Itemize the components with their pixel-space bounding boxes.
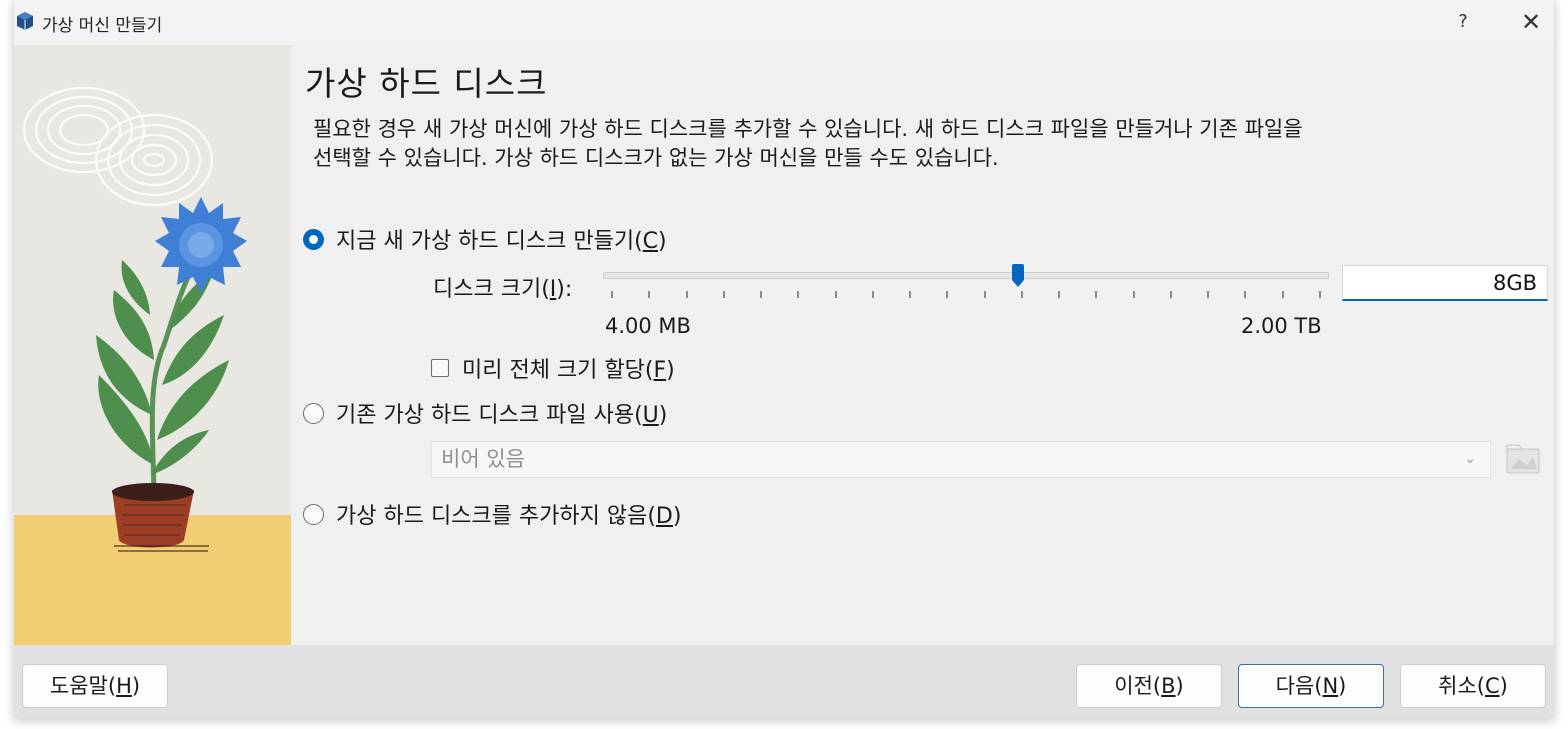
radio-use-existing[interactable] [303,402,324,424]
slider-thumb[interactable] [1012,264,1025,288]
wizard-window: 가상 머신 만들기 ? ✕ 가상 하드 디스크 필요한 경우 새 가상 머신에 … [14,0,1554,718]
close-icon[interactable]: ✕ [1516,8,1546,36]
slider-tick [722,291,725,298]
slider-tick [1020,291,1023,298]
slider-tick [760,291,763,298]
existing-disk-select[interactable]: 비어 있음 ⌄ [431,441,1491,478]
slider-tick [1207,291,1210,298]
slider-tick [983,291,986,298]
disk-size-label: 디스크 크기(I): [433,277,573,302]
virtualbox-app-icon [17,12,33,30]
slider-tick [834,291,837,298]
slider-tick [797,291,800,298]
option-use-existing[interactable]: 기존 가상 하드 디스크 파일 사용(U) [303,397,667,429]
slider-min-label: 4.00 MB [605,314,691,338]
folder-browse-icon[interactable] [1505,441,1541,477]
preallocate-label: 미리 전체 크기 할당(F) [462,358,675,383]
slider-tick [871,291,874,298]
page-description: 필요한 경우 새 가상 머신에 가상 하드 디스크를 추가할 수 있습니다. 새… [313,117,1303,170]
option-no-disk-label: 가상 하드 디스크를 추가하지 않음(D) [336,504,682,529]
radio-no-disk[interactable] [303,503,324,525]
slider-track[interactable] [603,272,1329,279]
slider-tick [648,291,651,298]
preallocate-checkbox[interactable] [431,359,449,377]
option-create-new[interactable]: 지금 새 가상 하드 디스크 만들기(C) [303,223,667,255]
radio-create-new[interactable] [303,228,324,250]
disk-size-slider[interactable] [603,263,1333,303]
slider-tick [1281,291,1284,298]
back-button[interactable]: 이전(B) [1076,664,1222,708]
content-area: 가상 하드 디스크 필요한 경우 새 가상 머신에 가상 하드 디스크를 추가할… [291,45,1554,645]
page-title: 가상 하드 디스크 [305,64,548,103]
option-create-new-label: 지금 새 가상 하드 디스크 만들기(C) [336,229,667,254]
slider-tick [1244,291,1247,298]
next-button[interactable]: 다음(N) [1238,664,1384,708]
title-bar: 가상 머신 만들기 ? ✕ [14,0,1554,45]
cancel-button[interactable]: 취소(C) [1400,664,1546,708]
slider-tick [1169,291,1172,298]
help-icon[interactable]: ? [1450,8,1476,36]
button-bar: 도움말(H) 이전(B) 다음(N) 취소(C) [14,645,1554,718]
help-button[interactable]: 도움말(H) [22,664,168,708]
slider-tick [1058,291,1061,298]
preallocate-option[interactable]: 미리 전체 크기 할당(F) [431,352,675,384]
slider-tick [1319,291,1321,298]
slider-max-label: 2.00 TB [1241,314,1322,338]
slider-tick [1132,291,1135,298]
disk-size-input[interactable]: 8GB [1342,265,1548,301]
slider-tick [946,291,949,298]
slider-tick [685,291,688,298]
slider-tick [909,291,912,298]
existing-disk-value: 비어 있음 [441,447,525,471]
option-no-disk[interactable]: 가상 하드 디스크를 추가하지 않음(D) [303,498,681,530]
window-title: 가상 머신 만들기 [42,16,163,36]
chevron-down-icon: ⌄ [1464,451,1476,467]
option-use-existing-label: 기존 가상 하드 디스크 파일 사용(U) [336,403,668,428]
slider-tick [1095,291,1098,298]
wizard-illustration [14,45,291,645]
slider-tick [611,291,613,298]
